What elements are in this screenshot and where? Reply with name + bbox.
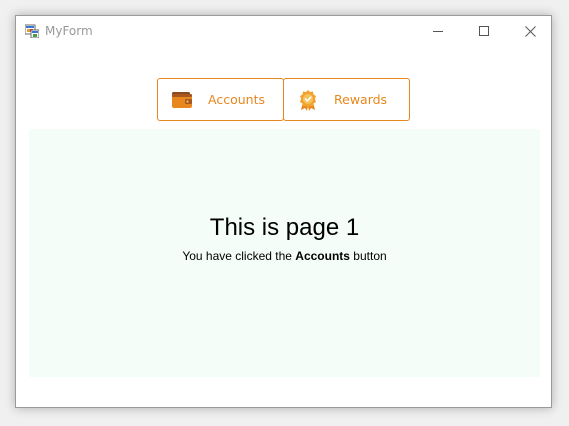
form-app-icon[interactable] xyxy=(25,24,39,38)
accounts-button[interactable]: Accounts xyxy=(157,78,284,121)
accounts-button-label: Accounts xyxy=(208,92,265,107)
minimize-icon xyxy=(433,31,443,32)
page-message-suffix: button xyxy=(349,249,387,263)
page-panel: This is page 1 You have clicked the Acco… xyxy=(29,129,540,377)
award-badge-icon xyxy=(300,90,316,111)
page-message-emphasis: Accounts xyxy=(295,249,350,263)
close-button[interactable] xyxy=(507,16,553,46)
page-heading: This is page 1 xyxy=(209,214,360,241)
rewards-button-label: Rewards xyxy=(334,92,388,107)
wallet-icon xyxy=(172,92,192,108)
close-icon xyxy=(524,25,536,37)
page-message: You have clicked the Accounts button xyxy=(29,249,540,264)
nav-button-bar: Accounts Rewards xyxy=(157,78,410,121)
app-window: MyForm Accounts Rewards This is page 1 Y… xyxy=(15,15,552,408)
window-title: MyForm xyxy=(45,24,93,38)
rewards-button[interactable]: Rewards xyxy=(283,78,410,121)
maximize-button[interactable] xyxy=(461,16,507,46)
minimize-button[interactable] xyxy=(415,16,461,46)
page-message-prefix: You have clicked the xyxy=(182,249,296,263)
maximize-icon xyxy=(479,26,489,36)
title-bar[interactable]: MyForm xyxy=(16,16,551,46)
